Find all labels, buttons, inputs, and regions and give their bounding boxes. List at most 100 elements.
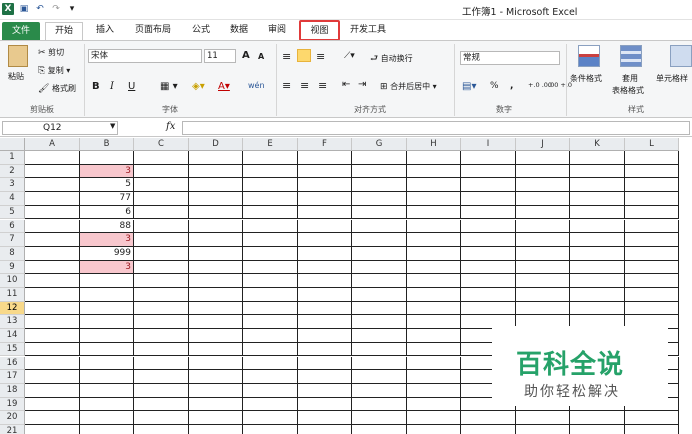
cell-i12[interactable] [461, 301, 516, 316]
customize-qat-icon[interactable]: ▾ [66, 3, 78, 15]
cell-h18[interactable] [407, 383, 461, 398]
cell-f11[interactable] [298, 288, 352, 302]
row-header-17[interactable]: 17 [0, 370, 25, 384]
cell-i20[interactable] [461, 411, 516, 425]
decrease-decimal-button[interactable]: .00 +.0 [548, 81, 572, 89]
cell-a12[interactable] [25, 301, 80, 316]
format-painter-button[interactable]: 🖌 格式刷 [38, 83, 76, 94]
cell-h11[interactable] [407, 288, 461, 302]
cell-a17[interactable] [25, 370, 80, 384]
cell-j8[interactable] [516, 246, 570, 261]
cell-c1[interactable] [134, 151, 189, 165]
cell-f18[interactable] [298, 383, 352, 398]
cell-g3[interactable] [352, 178, 407, 193]
cell-d10[interactable] [189, 274, 243, 288]
align-middle-icon[interactable] [297, 49, 311, 62]
tab-file[interactable]: 文件 [2, 22, 40, 40]
column-header-j[interactable]: J [516, 138, 570, 151]
cell-g21[interactable] [352, 425, 407, 434]
cell-b3[interactable]: 5 [80, 178, 134, 193]
cell-a6[interactable] [25, 219, 80, 234]
cell-e8[interactable] [243, 246, 298, 261]
cell-h19[interactable] [407, 397, 461, 412]
cell-j4[interactable] [516, 192, 570, 206]
cell-l12[interactable] [625, 301, 679, 316]
column-header-i[interactable]: I [461, 138, 516, 151]
cell-g7[interactable] [352, 233, 407, 247]
row-header-6[interactable]: 6 [0, 219, 25, 234]
cell-b20[interactable] [80, 411, 134, 425]
cell-c5[interactable] [134, 205, 189, 220]
cell-i5[interactable] [461, 205, 516, 220]
cell-b12[interactable] [80, 301, 134, 316]
cell-d1[interactable] [189, 151, 243, 165]
cell-g18[interactable] [352, 383, 407, 398]
insert-function-button[interactable]: fx [166, 121, 175, 132]
cell-i1[interactable] [461, 151, 516, 165]
cell-g2[interactable] [352, 164, 407, 179]
cell-c21[interactable] [134, 425, 189, 434]
cell-c8[interactable] [134, 246, 189, 261]
row-header-14[interactable]: 14 [0, 329, 25, 343]
cell-b11[interactable] [80, 288, 134, 302]
cell-l1[interactable] [625, 151, 679, 165]
cell-c12[interactable] [134, 301, 189, 316]
column-header-f[interactable]: F [298, 138, 352, 151]
cell-e1[interactable] [243, 151, 298, 165]
cell-e16[interactable] [243, 356, 298, 371]
cell-i8[interactable] [461, 246, 516, 261]
cell-a3[interactable] [25, 178, 80, 193]
cell-h3[interactable] [407, 178, 461, 193]
row-header-7[interactable]: 7 [0, 233, 25, 247]
cell-b21[interactable] [80, 425, 134, 434]
align-right-icon[interactable]: ≡ [318, 79, 327, 92]
decrease-indent-icon[interactable]: ⇤ [342, 79, 350, 90]
cell-d13[interactable] [189, 315, 243, 330]
cell-j6[interactable] [516, 219, 570, 234]
align-left-icon[interactable]: ≡ [282, 79, 291, 92]
cell-f10[interactable] [298, 274, 352, 288]
font-color-icon[interactable]: A▾ [218, 81, 230, 92]
cell-k11[interactable] [570, 288, 625, 302]
cell-d2[interactable] [189, 164, 243, 179]
cell-a4[interactable] [25, 192, 80, 206]
row-header-9[interactable]: 9 [0, 260, 25, 275]
cell-e20[interactable] [243, 411, 298, 425]
font-name-select[interactable]: 宋体 [88, 49, 202, 63]
cell-e3[interactable] [243, 178, 298, 193]
tab-data[interactable]: 数据 [224, 22, 254, 40]
cell-i10[interactable] [461, 274, 516, 288]
cell-c17[interactable] [134, 370, 189, 384]
cell-g5[interactable] [352, 205, 407, 220]
increase-indent-icon[interactable]: ⇥ [358, 79, 366, 90]
tab-developer[interactable]: 开发工具 [346, 22, 390, 40]
cell-a14[interactable] [25, 329, 80, 343]
cell-l6[interactable] [625, 219, 679, 234]
row-header-21[interactable]: 21 [0, 425, 25, 434]
align-bottom-icon[interactable]: ≡ [316, 50, 325, 63]
cell-c20[interactable] [134, 411, 189, 425]
cell-f5[interactable] [298, 205, 352, 220]
underline-button[interactable]: U [128, 81, 135, 92]
cell-e11[interactable] [243, 288, 298, 302]
bold-button[interactable]: B [92, 81, 100, 92]
cell-h14[interactable] [407, 329, 461, 343]
percent-button[interactable]: % [490, 81, 499, 91]
tab-view[interactable]: 视图 [299, 20, 340, 41]
cell-f8[interactable] [298, 246, 352, 261]
cell-h15[interactable] [407, 342, 461, 357]
tab-home[interactable]: 开始 [45, 22, 83, 40]
cell-l10[interactable] [625, 274, 679, 288]
fill-color-icon[interactable]: ◈▾ [192, 81, 205, 92]
cell-h2[interactable] [407, 164, 461, 179]
phonetic-button[interactable]: wén [248, 81, 265, 90]
tab-page-layout[interactable]: 页面布局 [128, 22, 178, 40]
cell-k9[interactable] [570, 260, 625, 275]
cell-f20[interactable] [298, 411, 352, 425]
tab-review[interactable]: 审阅 [262, 22, 292, 40]
cell-c15[interactable] [134, 342, 189, 357]
cell-d11[interactable] [189, 288, 243, 302]
cell-h17[interactable] [407, 370, 461, 384]
cell-j3[interactable] [516, 178, 570, 193]
copy-button[interactable]: ⎘ 复制 ▾ [38, 65, 70, 76]
